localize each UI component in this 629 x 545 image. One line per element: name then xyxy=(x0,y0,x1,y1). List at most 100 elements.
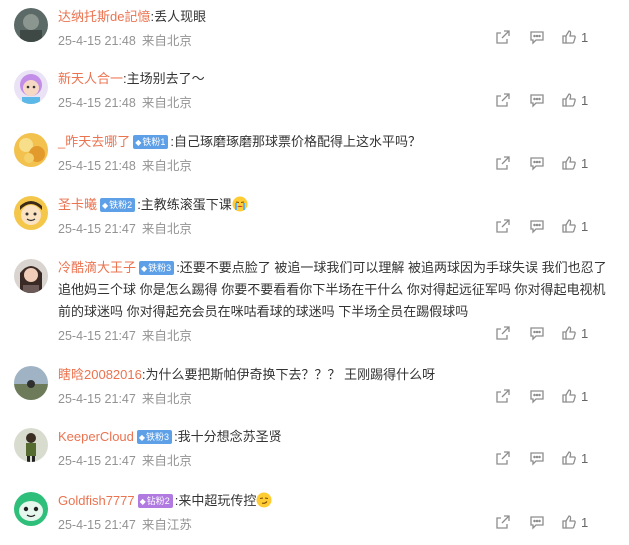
comment-icon xyxy=(530,390,544,404)
avatar[interactable] xyxy=(14,8,48,42)
comment-actions: 1 xyxy=(495,90,615,110)
share-button[interactable] xyxy=(495,153,511,173)
comment-source: 来自北京 xyxy=(141,329,192,343)
comment-username[interactable]: 圣卡曦 xyxy=(58,197,97,212)
comment-text: :来中超玩传控 xyxy=(174,493,257,508)
diamond-icon: ◆ xyxy=(138,433,146,442)
avatar[interactable] xyxy=(14,196,48,230)
comment-source: 来自北京 xyxy=(141,222,192,236)
share-icon xyxy=(496,451,510,465)
share-button[interactable] xyxy=(495,448,511,468)
thumbs-up-icon xyxy=(562,156,576,170)
reply-button[interactable] xyxy=(529,153,545,173)
comment-time: 25-4-15 21:48 xyxy=(58,96,136,110)
comment-source: 来自北京 xyxy=(141,34,192,48)
like-button[interactable]: 1 xyxy=(561,323,588,343)
fan-badge-label: 铁粉3 xyxy=(148,263,172,273)
diamond-icon: ◆ xyxy=(139,497,146,506)
comment-username[interactable]: 冷酷滴大王子 xyxy=(58,260,136,275)
like-button[interactable]: 1 xyxy=(561,386,588,406)
comment-username[interactable]: Goldfish7777 xyxy=(58,493,135,508)
thumbs-up-icon xyxy=(562,326,576,340)
comment-time: 25-4-15 21:47 xyxy=(58,392,136,406)
avatar[interactable] xyxy=(14,428,48,462)
fan-badge-label: 铁粉2 xyxy=(109,200,133,210)
comment-actions: 1 xyxy=(495,216,615,236)
comment-username[interactable]: 达纳托斯de記憶 xyxy=(58,9,150,24)
reply-button[interactable] xyxy=(529,323,545,343)
avatar[interactable] xyxy=(14,133,48,167)
comment-time: 25-4-15 21:48 xyxy=(58,34,136,48)
share-icon xyxy=(496,219,510,233)
comment-text: :丢人现眼 xyxy=(150,9,207,24)
share-button[interactable] xyxy=(495,512,511,532)
share-button[interactable] xyxy=(495,90,511,110)
comment-icon xyxy=(530,220,544,234)
comment-icon xyxy=(530,327,544,341)
comment-actions: 1 xyxy=(495,27,615,47)
thumbs-up-icon xyxy=(562,451,576,465)
comment-time: 25-4-15 21:47 xyxy=(58,518,136,532)
thumbs-up-icon xyxy=(562,30,576,44)
fan-badge-label: 铁粉3 xyxy=(146,432,170,442)
avatar[interactable] xyxy=(14,366,48,400)
fan-badge-label: 铁粉1 xyxy=(142,137,166,147)
thumbs-up-icon xyxy=(562,93,576,107)
like-count: 1 xyxy=(581,155,589,171)
reply-button[interactable] xyxy=(529,512,545,532)
share-button[interactable] xyxy=(495,27,511,47)
smirk-emoji-icon xyxy=(256,492,272,508)
comment-icon xyxy=(530,157,544,171)
like-button[interactable]: 1 xyxy=(561,153,588,173)
comment-time: 25-4-15 21:47 xyxy=(58,222,136,236)
diamond-icon: ◆ xyxy=(141,264,148,273)
reply-button[interactable] xyxy=(529,27,545,47)
share-icon xyxy=(496,93,510,107)
comment-icon xyxy=(530,31,544,45)
comment-username[interactable]: KeeperCloud xyxy=(58,429,134,444)
reply-button[interactable] xyxy=(529,90,545,110)
fan-badge[interactable]: ◆钻粉2 xyxy=(137,494,173,508)
comment-text: :自己琢磨琢磨那球票价格配得上这水平吗？ xyxy=(170,134,422,149)
share-button[interactable] xyxy=(495,216,511,236)
comment-text: :我十分想念苏圣贤 xyxy=(174,429,282,444)
like-button[interactable]: 1 xyxy=(561,512,588,532)
fan-badge[interactable]: ◆铁粉3 xyxy=(136,430,173,444)
diamond-icon: ◆ xyxy=(135,138,142,147)
avatar[interactable] xyxy=(14,492,48,526)
avatar[interactable] xyxy=(14,259,48,293)
like-count: 1 xyxy=(581,29,589,45)
reply-button[interactable] xyxy=(529,448,545,468)
comment-source: 来自北京 xyxy=(141,392,192,406)
comment-time: 25-4-15 21:47 xyxy=(58,329,136,343)
avatar[interactable] xyxy=(14,70,48,104)
comment-source: 来自北京 xyxy=(141,96,192,110)
comment-time: 25-4-15 21:48 xyxy=(58,159,136,173)
comment-username[interactable]: _昨天去哪了 xyxy=(58,134,130,149)
fan-badge[interactable]: ◆铁粉1 xyxy=(133,135,169,149)
share-button[interactable] xyxy=(495,323,511,343)
like-button[interactable]: 1 xyxy=(561,90,588,110)
fan-badge[interactable]: ◆铁粉3 xyxy=(139,261,175,275)
comment-icon xyxy=(530,516,544,530)
comment-username[interactable]: 新天人合一 xyxy=(58,71,123,86)
comment-username[interactable]: 瞎晗20082016 xyxy=(58,367,142,382)
comment-icon xyxy=(530,452,544,466)
like-button[interactable]: 1 xyxy=(561,216,588,236)
like-button[interactable]: 1 xyxy=(561,448,588,468)
reply-button[interactable] xyxy=(529,386,545,406)
like-count: 1 xyxy=(581,325,589,341)
like-count: 1 xyxy=(581,388,589,404)
like-count: 1 xyxy=(581,92,589,108)
crying-emoji-icon xyxy=(232,196,248,212)
share-icon xyxy=(496,389,510,403)
fan-badge[interactable]: ◆铁粉2 xyxy=(100,198,136,212)
reply-button[interactable] xyxy=(529,216,545,236)
comment-icon xyxy=(530,94,544,108)
comment-source: 来自江苏 xyxy=(141,518,192,532)
share-icon xyxy=(496,515,510,529)
comment-text: :主教练滚蛋下课 xyxy=(137,197,232,212)
share-icon xyxy=(496,326,510,340)
like-button[interactable]: 1 xyxy=(561,27,588,47)
share-button[interactable] xyxy=(495,386,511,406)
